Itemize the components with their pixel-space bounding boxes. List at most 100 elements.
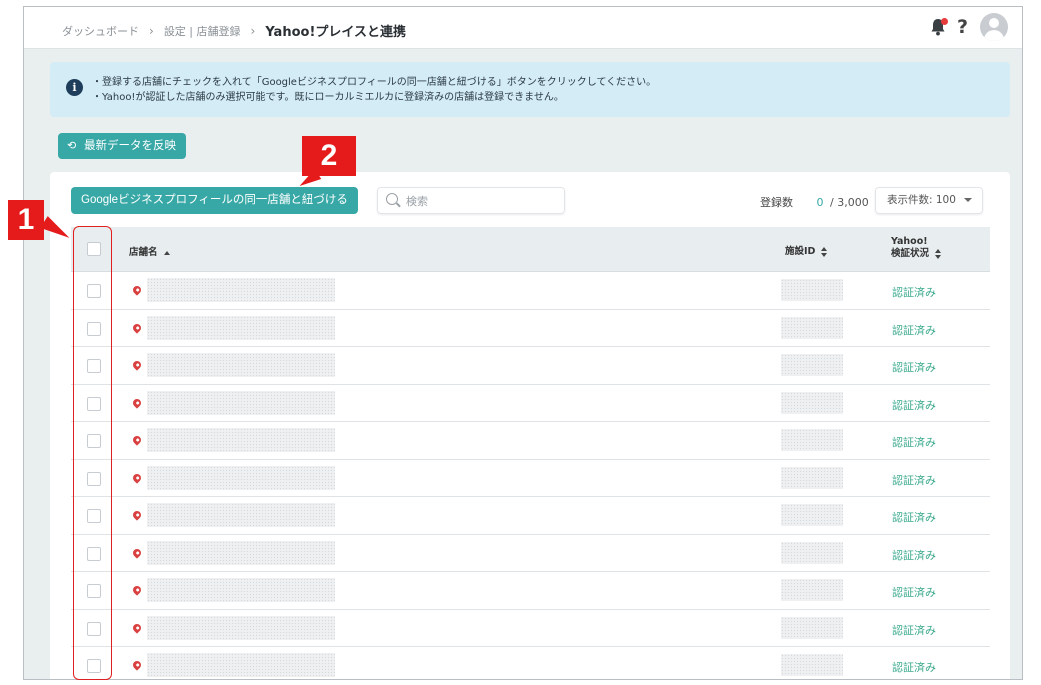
facility-id-redacted <box>781 279 843 301</box>
column-yahoo-label: Yahoo! <box>891 236 928 247</box>
store-name-redacted <box>147 428 335 452</box>
facility-id-redacted <box>781 354 843 376</box>
header-actions: ? <box>929 13 1008 41</box>
facility-id-redacted <box>781 541 843 564</box>
breadcrumb-dashboard[interactable]: ダッシュボード <box>62 23 139 39</box>
checkbox-column-highlight <box>73 226 112 680</box>
info-text: ・登録する店舗にチェックを入れて「Googleビジネスプロフィールの同一店舗と紐… <box>92 75 656 105</box>
map-pin-icon <box>131 471 143 484</box>
refresh-icon: ⟲ <box>67 140 77 152</box>
facility-id-redacted <box>781 316 843 339</box>
store-name-redacted <box>147 315 335 340</box>
sort-asc-icon <box>163 250 170 255</box>
facility-id-redacted <box>781 429 843 451</box>
column-facility-id-label: 施設ID <box>785 246 816 257</box>
count-total: / 3,000 <box>830 196 869 209</box>
store-name-redacted <box>147 503 335 527</box>
per-page-select[interactable]: 表示件数: 100 <box>875 187 983 214</box>
info-banner: i ・登録する店舗にチェックを入れて「Googleビジネスプロフィールの同一店舗… <box>50 62 1010 117</box>
refresh-data-button[interactable]: ⟲ 最新データを反映 <box>58 133 186 159</box>
store-name-redacted <box>147 465 335 490</box>
verification-status: 認証済み <box>892 548 936 562</box>
info-line-2: ・Yahoo!が認証した店舗のみ選択可能です。既にローカルミエルカに登録済みの店… <box>92 92 564 103</box>
refresh-data-label: 最新データを反映 <box>84 140 176 152</box>
search-input[interactable] <box>406 192 556 210</box>
sort-icon <box>935 248 942 259</box>
map-pin-icon <box>131 621 143 634</box>
store-name-redacted <box>147 540 335 565</box>
link-google-profile-button[interactable]: Googleビジネスプロフィールの同一店舗と紐づける <box>71 187 358 214</box>
facility-id-redacted <box>781 654 843 676</box>
map-pin-icon <box>131 659 143 671</box>
verification-status: 認証済み <box>892 586 936 599</box>
info-icon: i <box>66 79 83 96</box>
verification-status: 認証済み <box>892 623 936 637</box>
breadcrumb-settings[interactable]: 設定 | 店舗登録 <box>164 23 241 39</box>
table-row: 認証済み <box>71 272 990 310</box>
verification-status: 認証済み <box>892 473 936 487</box>
search-box <box>377 187 565 214</box>
app-window: ダッシュボード › 設定 | 店舗登録 › Yahoo!プレイスと連携 ? i <box>23 6 1023 680</box>
map-pin-icon <box>131 509 143 521</box>
store-name-redacted <box>147 615 335 640</box>
column-yahoo-status[interactable]: Yahoo! 検証状況 <box>891 236 942 260</box>
sort-icon <box>821 246 828 257</box>
breadcrumb: ダッシュボード › 設定 | 店舗登録 › Yahoo!プレイスと連携 <box>62 21 406 41</box>
count-label: 登録数 <box>760 196 793 209</box>
column-status-label: 検証状況 <box>891 248 930 259</box>
facility-id-redacted <box>781 616 843 639</box>
chevron-down-icon <box>964 198 973 202</box>
verification-status: 認証済み <box>892 361 936 374</box>
facility-id-redacted <box>781 579 843 601</box>
map-pin-icon <box>131 584 143 596</box>
table-row: 認証済み <box>71 535 990 572</box>
facility-id-redacted <box>781 466 843 489</box>
store-name-redacted <box>147 353 335 377</box>
table-row: 認証済み <box>71 310 990 347</box>
help-icon[interactable]: ? <box>957 17 968 37</box>
user-avatar-icon[interactable] <box>980 13 1008 41</box>
facility-id-redacted <box>781 504 843 526</box>
table-header: 店舗名 施設ID Yahoo! 検証状況 <box>71 227 990 272</box>
verification-status: 認証済み <box>892 436 936 449</box>
store-name-redacted <box>147 390 335 415</box>
table-row: 認証済み <box>71 385 990 422</box>
map-pin-icon <box>131 546 143 559</box>
table-row: 認証済み <box>71 347 990 385</box>
map-pin-icon <box>131 396 143 409</box>
table-row: 認証済み <box>71 422 990 460</box>
table-row: 認証済み <box>71 647 990 679</box>
verification-status: 認証済み <box>892 398 936 412</box>
info-line-1: ・登録する店舗にチェックを入れて「Googleビジネスプロフィールの同一店舗と紐… <box>92 77 657 88</box>
facility-id-redacted <box>781 391 843 414</box>
store-list-card: Googleビジネスプロフィールの同一店舗と紐づける 登録数 0 / 3,000… <box>50 172 1010 679</box>
map-pin-icon <box>131 359 143 371</box>
registration-count: 登録数 0 / 3,000 <box>760 194 869 210</box>
column-store-name-label: 店舗名 <box>129 247 158 258</box>
notification-dot <box>940 18 948 25</box>
per-page-label: 表示件数: 100 <box>887 194 956 206</box>
callout-badge-2: 2 <box>302 136 356 176</box>
verification-status: 認証済み <box>892 323 936 337</box>
column-store-name[interactable]: 店舗名 <box>129 244 170 258</box>
top-bar: ダッシュボード › 設定 | 店舗登録 › Yahoo!プレイスと連携 ? <box>24 7 1022 49</box>
map-pin-icon <box>131 284 143 296</box>
table-body: 認証済み 認証済み 認証済み 認証済み 認証済み 認証済み 認証済み 認証済み … <box>71 272 990 679</box>
table-row: 認証済み <box>71 610 990 647</box>
callout-badge-1: 1 <box>8 200 44 240</box>
breadcrumb-separator: › <box>149 23 154 38</box>
page-title: Yahoo!プレイスと連携 <box>265 25 406 40</box>
bell-icon[interactable] <box>929 17 948 37</box>
verification-status: 認証済み <box>892 661 936 674</box>
map-pin-icon <box>131 321 143 334</box>
column-facility-id[interactable]: 施設ID <box>785 243 828 257</box>
breadcrumb-separator: › <box>250 23 256 38</box>
count-value: 0 <box>816 196 824 209</box>
table-row: 認証済み <box>71 572 990 610</box>
verification-status: 認証済み <box>892 511 936 524</box>
table-row: 認証済み <box>71 460 990 497</box>
store-name-redacted <box>147 278 335 302</box>
store-name-redacted <box>147 653 335 677</box>
verification-status: 認証済み <box>892 286 936 299</box>
store-name-redacted <box>147 578 335 602</box>
